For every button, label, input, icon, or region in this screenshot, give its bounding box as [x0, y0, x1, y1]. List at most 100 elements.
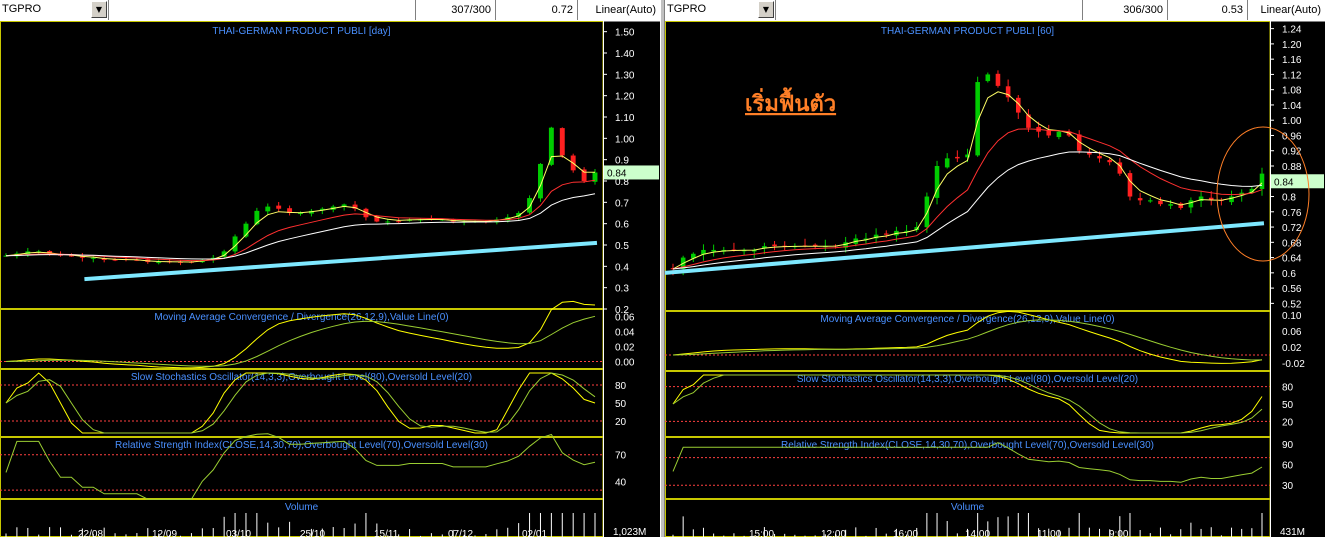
right-candle-body	[955, 156, 960, 159]
right-cursor-value: 0.53	[1167, 0, 1247, 20]
right-blank-cell	[775, 0, 1082, 20]
left-symbol-value: TGPRO	[2, 3, 42, 15]
right-x-tick-label: 16:00	[893, 529, 918, 537]
right-candle-body	[1137, 198, 1143, 201]
right-macd-tick-label: 0.10	[1282, 311, 1302, 322]
right-candle-body	[1259, 173, 1265, 189]
right-stoch-tick-label: 80	[1282, 383, 1294, 394]
right-macd-tick-label: 0.02	[1282, 343, 1302, 354]
left-volume-label: 1,023M	[613, 527, 646, 537]
left-price-title: THAI-GERMAN PRODUCT PUBLI [day]	[212, 26, 390, 37]
right-x-tick-label: 14:00	[965, 529, 990, 537]
left-macd-tick-label: 0.04	[615, 328, 635, 339]
chevron-down-icon[interactable]: ▼	[758, 1, 774, 18]
right-price-tick-label: 1.24	[1282, 25, 1302, 36]
left-macd-tick-label: 0.02	[615, 343, 635, 354]
left-candle-body	[156, 262, 162, 264]
left-price-tick-label: 0.7	[615, 198, 629, 209]
left-stoch-tick-label: 80	[615, 381, 627, 392]
left-bar-counter: 307/300	[415, 0, 495, 20]
right-candle-body	[1188, 200, 1194, 208]
right-stoch-title: Slow Stochastics Oscillator(14,3,3),Over…	[797, 374, 1138, 385]
right-x-tick-label: 15:00	[749, 529, 774, 537]
right-macd-tick-label: 0.06	[1282, 327, 1302, 338]
left-candle-body	[90, 257, 96, 259]
right-bar-counter: 306/300	[1082, 0, 1167, 20]
right-stoch-tick-label: 50	[1282, 400, 1294, 411]
right-price-tick-label: 0.52	[1282, 299, 1302, 310]
right-price-tick-label: 1.12	[1282, 70, 1302, 81]
right-candle-body	[711, 249, 716, 252]
right-scale-mode[interactable]: Linear(Auto)	[1247, 0, 1325, 20]
right-chart-canvas[interactable]: THAI-GERMAN PRODUCT PUBLI [60] Moving Ave…	[665, 21, 1325, 537]
right-price-tick-label: 0.64	[1282, 254, 1302, 265]
left-chart-pane[interactable]: TGPRO ▼ 307/300 0.72 Linear(Auto) THAI-G…	[0, 0, 660, 537]
left-price-tick-label: 1.00	[615, 134, 635, 145]
left-scale-mode[interactable]: Linear(Auto)	[577, 0, 660, 20]
right-macd-title: Moving Average Convergence / Divergence(…	[820, 314, 1114, 325]
right-chart-pane[interactable]: TGPRO ▼ 306/300 0.53 Linear(Auto) THAI-G…	[665, 0, 1325, 537]
right-annotation-text: เริ่มฟื้นตัว	[745, 87, 836, 117]
left-price-tick-label: 0.6	[615, 220, 629, 231]
left-x-tick-label: 12/09	[152, 529, 177, 537]
left-x-tick-label: 02/01	[522, 529, 547, 537]
right-candle-body	[1056, 131, 1062, 138]
left-candle-body	[527, 198, 533, 213]
right-macd-tick-label: -0.02	[1282, 359, 1305, 370]
right-candle-body	[924, 196, 930, 228]
left-vol-title: Volume	[285, 502, 319, 513]
right-price-tick-label: 1.00	[1282, 116, 1302, 127]
left-macd-title: Moving Average Convergence / Divergence(…	[154, 312, 448, 323]
left-x-tick-label: 07/12	[448, 529, 473, 537]
left-chart-canvas[interactable]: THAI-GERMAN PRODUCT PUBLI [day] Moving Av…	[0, 21, 660, 537]
left-price-tick-label: 0.4	[615, 262, 629, 273]
right-rsi-tick-label: 90	[1282, 440, 1294, 451]
left-last-price-label: 0.84	[607, 168, 627, 179]
right-ma-fast	[672, 91, 1263, 270]
left-rsi-title: Relative Strength Index(CLOSE,14,30,70),…	[115, 440, 488, 451]
right-ma-long	[665, 221, 1265, 275]
right-last-price-label: 0.84	[1274, 177, 1294, 188]
left-price-tick-label: 0.3	[615, 284, 629, 295]
right-candle-body	[944, 158, 950, 168]
right-ma-slow	[672, 151, 1263, 270]
right-candle-body	[772, 244, 777, 247]
chevron-down-icon[interactable]: ▼	[91, 1, 107, 18]
left-price-tick-label: 1.10	[615, 113, 635, 124]
right-price-tick-label: 0.88	[1282, 162, 1302, 173]
left-price-tick-label: 1.50	[615, 28, 635, 39]
left-candle-body	[385, 221, 391, 223]
left-cursor-value: 0.72	[495, 0, 577, 20]
left-price-tick-label: 1.20	[615, 92, 635, 103]
left-x-tick-label: 03/10	[226, 529, 251, 537]
left-rsi-tick-label: 40	[615, 477, 627, 488]
left-x-tick-label: 25/10	[300, 529, 325, 537]
left-stoch-title: Slow Stochastics Oscillator(14,3,3),Over…	[131, 372, 472, 383]
right-candle-body	[1168, 204, 1173, 206]
left-price-tick-label: 0.9	[615, 156, 629, 167]
right-x-tick-label: 9:00	[1109, 529, 1129, 537]
right-rsi-tick-label: 30	[1282, 481, 1294, 492]
left-candle-body	[548, 127, 554, 165]
left-stoch-tick-label: 50	[615, 399, 627, 410]
left-candle-body	[276, 205, 282, 209]
right-candle-body	[1148, 200, 1153, 202]
left-macd-tick-label: 0.06	[615, 313, 635, 324]
right-price-tick-label: 1.08	[1282, 86, 1302, 97]
left-macd-tick-label: 0.00	[615, 358, 635, 369]
left-ma-long	[84, 240, 598, 282]
left-candle-body	[559, 128, 565, 156]
right-candle-body	[1107, 160, 1112, 163]
right-symbol-select[interactable]: TGPRO ▼	[665, 0, 776, 20]
right-candle-body	[1158, 200, 1163, 205]
right-price-tick-label: 0.56	[1282, 284, 1302, 295]
left-x-tick-label: 22/08	[78, 529, 103, 537]
right-toolbar: TGPRO ▼ 306/300 0.53 Linear(Auto)	[665, 0, 1325, 22]
left-ma-fast	[5, 155, 596, 263]
right-price-tick-label: 1.16	[1282, 55, 1302, 66]
right-price-tick-label: 0.72	[1282, 223, 1302, 234]
right-price-tick-label: 0.68	[1282, 238, 1302, 249]
left-price-tick-label: 0.5	[615, 241, 629, 252]
left-symbol-select[interactable]: TGPRO ▼	[0, 0, 109, 20]
right-price-tick-label: 1.20	[1282, 40, 1302, 51]
